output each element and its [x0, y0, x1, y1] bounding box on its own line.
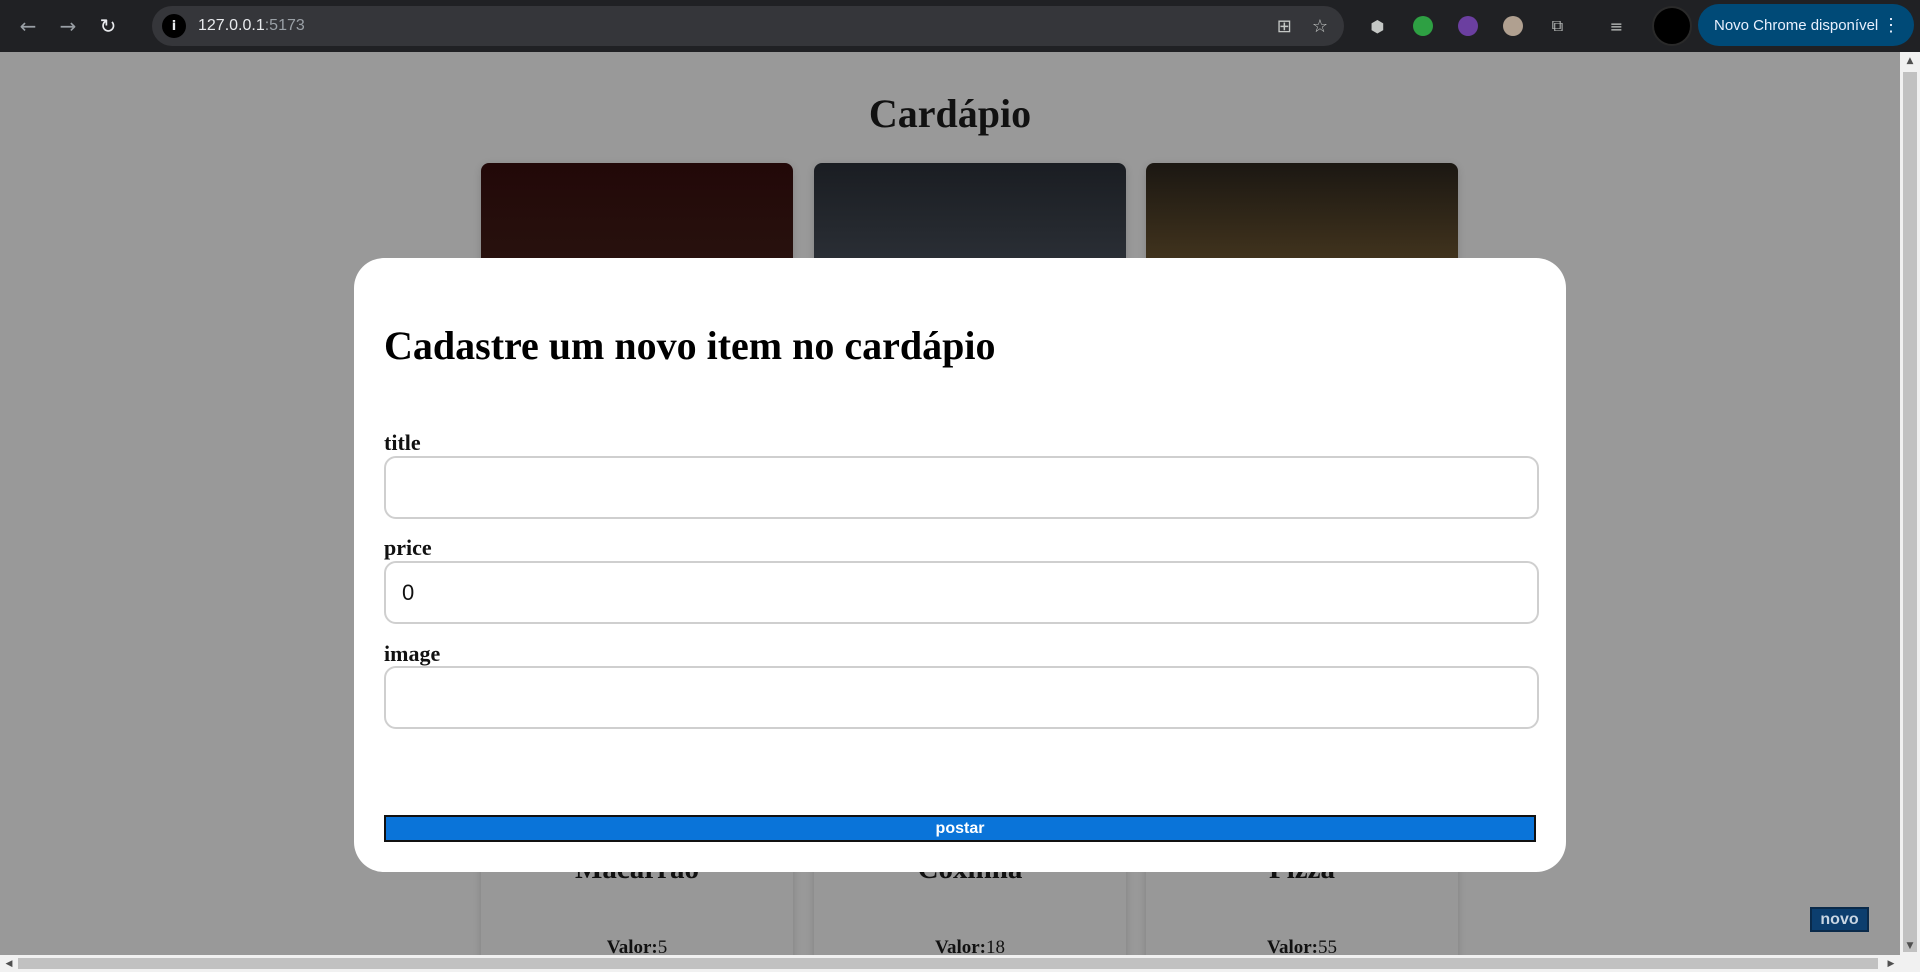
title-label: title — [384, 430, 421, 455]
translate-icon[interactable]: ⊞ — [1277, 16, 1292, 37]
scrollbar-corner — [1900, 955, 1920, 972]
title-input[interactable] — [384, 456, 1539, 519]
page-viewport: Cardápio Macarrão Valor:5 Coxinha Valor:… — [0, 52, 1900, 955]
price-label: price — [384, 535, 432, 560]
scroll-down-icon[interactable]: ▼ — [1900, 937, 1920, 955]
reload-button[interactable]: ↻ — [88, 6, 128, 46]
extension-purple-icon[interactable] — [1452, 11, 1483, 42]
bookmark-star-icon[interactable]: ☆ — [1312, 16, 1328, 37]
menu-item-price: Valor:55 — [1146, 937, 1458, 955]
scroll-right-icon[interactable]: ▶ — [1882, 955, 1900, 972]
browser-toolbar: ← → ↻ i 127.0.0.1:5173 ⊞ ☆ ⬢ ⧉ ≡ Novo Ch… — [0, 0, 1920, 52]
price-label: Valor: — [1266, 937, 1319, 955]
post-button[interactable]: postar — [384, 815, 1536, 842]
url-host: 127.0.0.1 — [198, 17, 265, 34]
arrow-right-icon: → — [59, 14, 77, 38]
price-value: 5 — [657, 937, 668, 955]
extensions-bar: ⬢ ⧉ ≡ — [1362, 10, 1632, 42]
extensions-puzzle-icon[interactable]: ⧉ — [1542, 11, 1573, 42]
horizontal-scroll-thumb[interactable] — [18, 958, 1878, 969]
horizontal-scrollbar[interactable]: ◀ ▶ — [0, 955, 1900, 972]
price-value: 55 — [1318, 937, 1338, 955]
chrome-update-button[interactable]: Novo Chrome disponível ⋮ — [1698, 4, 1914, 46]
vertical-scrollbar[interactable]: ▲ ▼ — [1900, 52, 1920, 955]
profile-avatar[interactable] — [1652, 6, 1692, 46]
back-button[interactable]: ← — [8, 6, 48, 46]
price-input[interactable] — [384, 561, 1539, 624]
url-text: 127.0.0.1:5173 — [198, 17, 305, 35]
modal-title: Cadastre um novo item no cardápio — [384, 323, 996, 368]
new-item-modal: Cadastre um novo item no cardápio title … — [354, 258, 1566, 872]
extension-avatar-icon[interactable] — [1497, 11, 1528, 42]
vertical-scroll-thumb[interactable] — [1903, 72, 1917, 952]
update-label: Novo Chrome disponível — [1714, 16, 1879, 34]
extension-cube-icon[interactable]: ⬢ — [1362, 11, 1393, 42]
arrow-left-icon: ← — [19, 14, 37, 38]
menu-item-price: Valor:18 — [814, 937, 1126, 955]
kebab-menu-icon[interactable]: ⋮ — [1882, 15, 1900, 36]
price-value: 18 — [986, 937, 1006, 955]
url-port: :5173 — [264, 17, 305, 34]
reload-icon: ↻ — [99, 14, 117, 38]
page-title: Cardápio — [868, 91, 1032, 136]
forward-button[interactable]: → — [48, 6, 88, 46]
scroll-up-icon[interactable]: ▲ — [1900, 52, 1920, 70]
reading-list-icon[interactable]: ≡ — [1601, 11, 1632, 42]
new-item-button[interactable]: novo — [1810, 907, 1869, 932]
site-info-icon[interactable]: i — [162, 14, 186, 38]
omnibox-actions: ⊞ ☆ — [1277, 6, 1328, 46]
address-bar[interactable]: i 127.0.0.1:5173 ⊞ ☆ — [152, 6, 1344, 46]
scroll-left-icon[interactable]: ◀ — [0, 955, 18, 972]
price-label: Valor: — [606, 937, 658, 955]
menu-item-price: Valor:5 — [481, 937, 793, 955]
price-label: Valor: — [934, 937, 987, 955]
image-label: image — [384, 641, 441, 666]
image-input[interactable] — [384, 666, 1539, 729]
extension-green-icon[interactable] — [1407, 11, 1438, 42]
